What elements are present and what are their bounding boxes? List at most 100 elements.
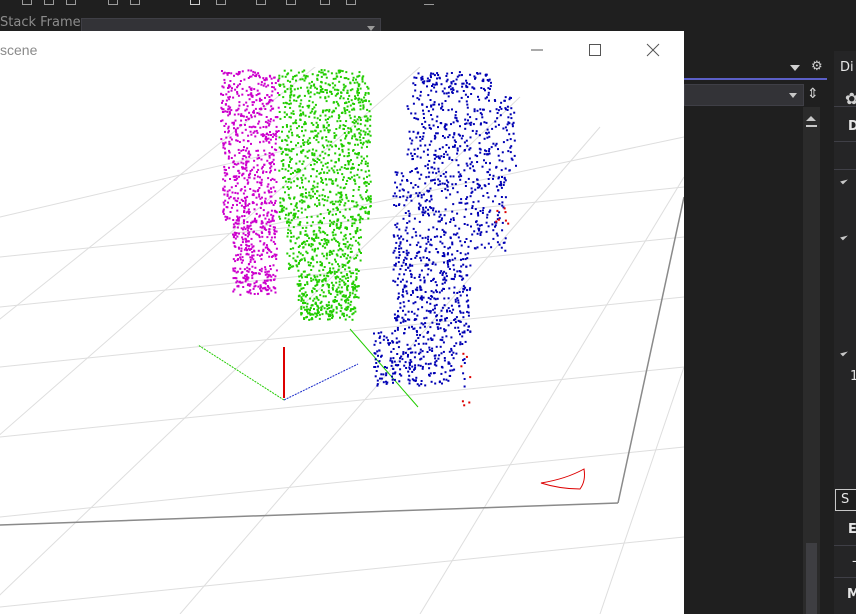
toolbar-icon[interactable] — [66, 0, 76, 5]
point — [241, 241, 244, 244]
point — [390, 364, 393, 367]
toolbar-icon[interactable] — [22, 0, 32, 5]
point — [256, 112, 259, 114]
point — [402, 318, 405, 321]
point — [253, 282, 256, 285]
point — [449, 221, 452, 223]
point — [340, 166, 343, 169]
point — [297, 71, 300, 74]
toolbar-icon[interactable] — [424, 0, 434, 5]
point — [409, 269, 412, 272]
point — [332, 109, 335, 112]
point — [314, 110, 317, 113]
gear-icon[interactable]: ⚙ — [811, 60, 823, 73]
point — [262, 209, 265, 212]
point — [506, 123, 509, 126]
point — [304, 259, 306, 262]
point — [421, 123, 424, 126]
axis-right — [283, 363, 359, 401]
point — [302, 246, 305, 249]
point — [429, 302, 432, 305]
chevron-down-icon — [789, 93, 797, 98]
point — [274, 199, 277, 202]
point — [258, 195, 261, 198]
point — [459, 294, 462, 297]
point — [415, 234, 418, 237]
point — [467, 245, 470, 248]
point — [236, 215, 239, 218]
point — [307, 139, 310, 142]
point — [389, 357, 392, 360]
point — [397, 256, 400, 259]
close-button[interactable] — [624, 31, 682, 67]
point — [222, 178, 225, 181]
point — [354, 239, 357, 242]
point — [316, 161, 318, 164]
toolbar-icon[interactable] — [346, 0, 356, 5]
point — [295, 99, 298, 102]
toolbar-icon[interactable] — [130, 0, 140, 5]
point — [249, 188, 252, 190]
toolbar-icon[interactable] — [216, 0, 226, 5]
point — [274, 255, 277, 258]
point — [333, 272, 336, 275]
point — [253, 101, 255, 104]
point — [247, 140, 249, 143]
point — [397, 292, 400, 295]
point — [299, 118, 302, 121]
point — [309, 309, 311, 311]
scroll-thumb[interactable] — [806, 543, 817, 614]
toolbar-icon[interactable] — [320, 0, 330, 5]
point — [424, 165, 427, 168]
point — [350, 237, 352, 240]
point — [250, 228, 253, 231]
panel-combo[interactable] — [684, 84, 804, 106]
point — [501, 160, 504, 163]
point — [356, 254, 359, 257]
point — [357, 296, 360, 299]
point — [301, 149, 304, 152]
point — [428, 79, 431, 82]
point — [428, 374, 431, 377]
minimize-button[interactable] — [508, 31, 566, 67]
split-icon[interactable]: ⇕ — [807, 87, 819, 101]
toolbar-icon[interactable] — [286, 0, 296, 5]
point — [396, 326, 399, 329]
point — [233, 225, 236, 228]
point — [323, 266, 326, 268]
point — [241, 70, 244, 73]
point — [498, 243, 501, 246]
toolbar-icon[interactable] — [108, 0, 118, 5]
point — [476, 155, 479, 158]
side-box[interactable]: S — [835, 489, 856, 511]
side-tab-label[interactable]: Di — [840, 60, 854, 75]
chevron-down-icon[interactable] — [790, 65, 800, 71]
point — [334, 277, 337, 280]
point-cloud-canvas[interactable] — [0, 67, 684, 614]
maximize-button[interactable] — [566, 31, 624, 67]
point — [366, 119, 369, 122]
point — [454, 321, 457, 324]
point — [344, 202, 347, 205]
scene-titlebar[interactable]: scene — [0, 31, 684, 67]
point — [271, 135, 274, 138]
scroll-up-icon[interactable] — [806, 116, 816, 121]
point — [409, 264, 412, 267]
toolbar-icon[interactable] — [256, 0, 266, 5]
point — [440, 372, 443, 375]
point — [263, 279, 266, 282]
point — [344, 110, 347, 113]
point — [409, 347, 412, 350]
point — [487, 91, 490, 94]
point — [439, 213, 442, 216]
toolbar-icon[interactable] — [44, 0, 54, 5]
point — [393, 235, 396, 238]
toolbar-icon[interactable] — [190, 0, 200, 5]
point — [467, 306, 470, 309]
panel-scrollbar[interactable] — [803, 107, 820, 614]
point — [459, 252, 462, 255]
point — [402, 217, 405, 220]
point — [296, 177, 299, 180]
point — [320, 289, 323, 292]
point — [260, 267, 263, 270]
